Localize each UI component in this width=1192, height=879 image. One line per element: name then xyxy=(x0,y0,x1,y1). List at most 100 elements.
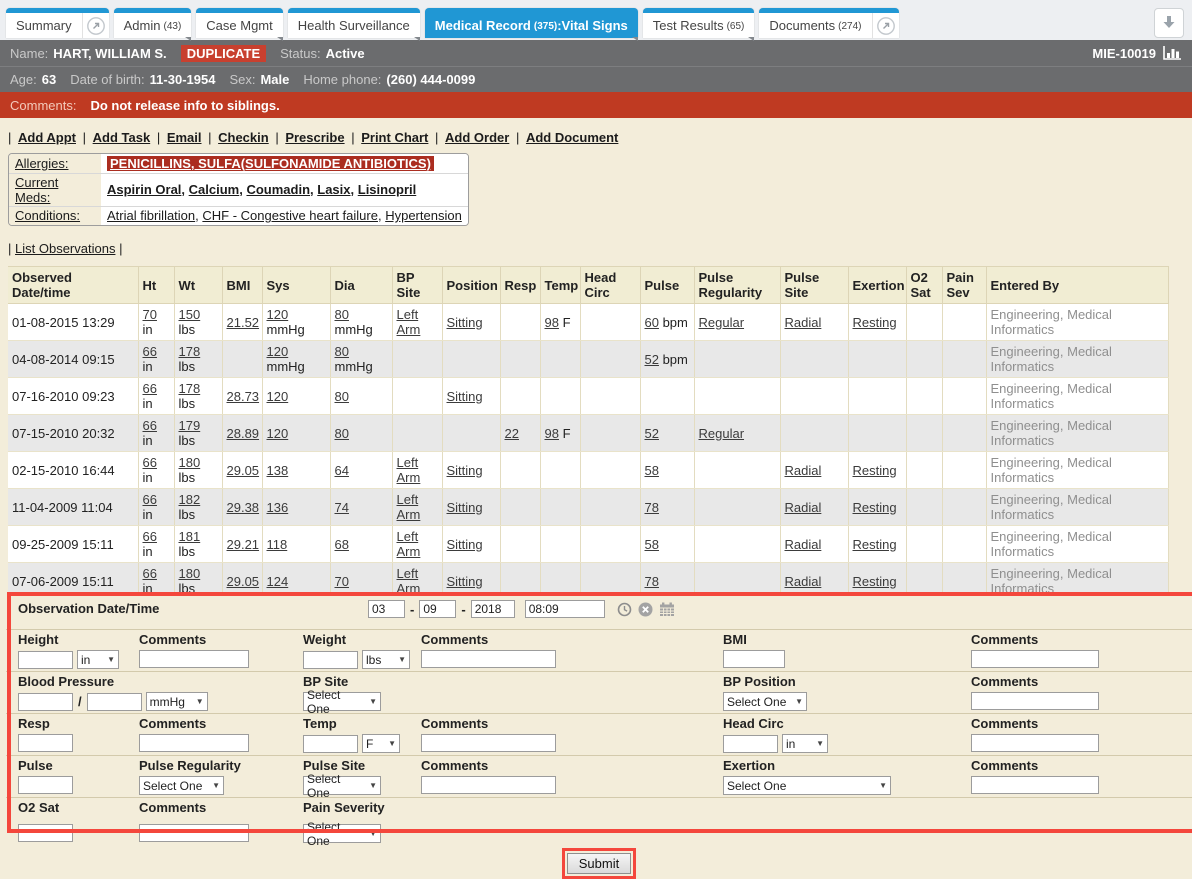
height-unit-select[interactable]: in▼ xyxy=(77,650,119,669)
obs-value-link[interactable]: 98 xyxy=(545,315,559,330)
obs-value-link[interactable]: 21.52 xyxy=(227,315,260,330)
weight-comments-input[interactable] xyxy=(421,650,556,668)
clear-icon[interactable] xyxy=(638,602,653,617)
obs-value-link[interactable]: 80 xyxy=(335,426,349,441)
o2-sat-input[interactable] xyxy=(18,824,73,842)
head-circ-unit-select[interactable]: in▼ xyxy=(782,734,828,753)
pulse-site-select[interactable]: Select One▼ xyxy=(303,776,381,795)
current-meds-link[interactable]: Current Meds: xyxy=(15,175,58,205)
obs-value-link[interactable]: 58 xyxy=(645,537,659,552)
obs-value-link[interactable]: 64 xyxy=(335,463,349,478)
tab-admin[interactable]: Admin (43) xyxy=(114,8,192,38)
obs-value-link[interactable]: Sitting xyxy=(447,315,483,330)
obs-value-link[interactable]: 66 xyxy=(143,381,157,396)
obs-value-link[interactable]: 58 xyxy=(645,463,659,478)
head-circ-comments-input[interactable] xyxy=(971,734,1099,752)
add-appt-link[interactable]: Add Appt xyxy=(18,130,76,145)
tab-summary[interactable]: Summary xyxy=(6,8,109,38)
obs-value-link[interactable]: Sitting xyxy=(447,500,483,515)
bp-diastolic-input[interactable] xyxy=(87,693,142,711)
clock-icon[interactable] xyxy=(617,602,632,617)
obs-value-link[interactable]: 80 xyxy=(335,307,349,322)
tab-test-results[interactable]: Test Results (65) xyxy=(643,8,755,38)
tab-label[interactable]: Admin (43) xyxy=(114,13,192,38)
obs-value-link[interactable]: 138 xyxy=(267,463,289,478)
obs-value-link[interactable]: Radial xyxy=(785,574,822,589)
obs-value-link[interactable]: 29.05 xyxy=(227,574,260,589)
submit-button[interactable]: Submit xyxy=(567,853,631,874)
obs-value-link[interactable]: Sitting xyxy=(447,574,483,589)
pulse-input[interactable] xyxy=(18,776,73,794)
obs-value-link[interactable]: 74 xyxy=(335,500,349,515)
tab-documents[interactable]: Documents (274) xyxy=(759,8,898,38)
obs-year-input[interactable] xyxy=(471,600,515,618)
obs-value-link[interactable]: 66 xyxy=(143,529,157,544)
obs-value-link[interactable]: 178 xyxy=(179,344,201,359)
obs-value-link[interactable]: Left Arm xyxy=(397,529,421,559)
tab-label[interactable]: Test Results (65) xyxy=(643,13,755,38)
chart-icon[interactable] xyxy=(1162,45,1182,61)
obs-value-link[interactable]: Resting xyxy=(853,537,897,552)
tab-label[interactable]: Summary xyxy=(6,13,82,38)
obs-value-link[interactable]: Regular xyxy=(699,315,745,330)
obs-value-link[interactable]: 78 xyxy=(645,500,659,515)
medication-link[interactable]: Coumadin xyxy=(246,182,310,197)
obs-value-link[interactable]: 179 xyxy=(179,418,201,433)
obs-value-link[interactable]: 66 xyxy=(143,344,157,359)
head-circ-input[interactable] xyxy=(723,735,778,753)
obs-value-link[interactable]: 180 xyxy=(179,455,201,470)
obs-value-link[interactable]: Resting xyxy=(853,574,897,589)
medication-link[interactable]: Lasix xyxy=(317,182,350,197)
tab-medical-record[interactable]: Medical Record (375):Vital Signs xyxy=(425,8,638,38)
tab-label[interactable]: Health Surveillance xyxy=(288,13,420,38)
obs-value-link[interactable]: 66 xyxy=(143,566,157,581)
obs-value-link[interactable]: 182 xyxy=(179,492,201,507)
obs-value-link[interactable]: 150 xyxy=(179,307,201,322)
add-task-link[interactable]: Add Task xyxy=(93,130,151,145)
height-comments-input[interactable] xyxy=(139,650,249,668)
temp-input[interactable] xyxy=(303,735,358,753)
obs-time-input[interactable] xyxy=(525,600,605,618)
exertion-select[interactable]: Select One▼ xyxy=(723,776,891,795)
pain-severity-select[interactable]: Select One▼ xyxy=(303,824,381,843)
obs-value-link[interactable]: 98 xyxy=(545,426,559,441)
pulse-regularity-select[interactable]: Select One▼ xyxy=(139,776,224,795)
medication-link[interactable]: Aspirin Oral xyxy=(107,182,181,197)
obs-month-input[interactable] xyxy=(368,600,405,618)
bmi-comments-input[interactable] xyxy=(971,650,1099,668)
obs-value-link[interactable]: 181 xyxy=(179,529,201,544)
obs-value-link[interactable]: 52 xyxy=(645,352,659,367)
temp-unit-select[interactable]: F▼ xyxy=(362,734,400,753)
obs-value-link[interactable]: 118 xyxy=(267,537,288,552)
medication-link[interactable]: Calcium xyxy=(189,182,240,197)
obs-value-link[interactable]: 22 xyxy=(505,426,519,441)
weight-unit-select[interactable]: lbs▼ xyxy=(362,650,410,669)
obs-value-link[interactable]: 29.38 xyxy=(227,500,260,515)
obs-value-link[interactable]: Left Arm xyxy=(397,307,421,337)
tab-label[interactable]: Case Mgmt xyxy=(196,13,282,38)
obs-value-link[interactable]: 66 xyxy=(143,455,157,470)
obs-value-link[interactable]: 120 xyxy=(267,344,289,359)
calendar-icon[interactable] xyxy=(659,602,675,617)
medication-link[interactable]: Lisinopril xyxy=(358,182,417,197)
obs-value-link[interactable]: Left Arm xyxy=(397,455,421,485)
tabbar-down-arrow-button[interactable] xyxy=(1154,8,1184,38)
condition-link[interactable]: CHF - Congestive heart failure xyxy=(202,208,378,223)
obs-value-link[interactable]: Radial xyxy=(785,315,822,330)
obs-value-link[interactable]: 80 xyxy=(335,344,349,359)
resp-comments-input[interactable] xyxy=(139,734,249,752)
obs-value-link[interactable]: Resting xyxy=(853,463,897,478)
temp-comments-input[interactable] xyxy=(421,734,556,752)
prescribe-link[interactable]: Prescribe xyxy=(285,130,344,145)
bp-site-select[interactable]: Select One▼ xyxy=(303,692,381,711)
obs-value-link[interactable]: 120 xyxy=(267,426,289,441)
obs-value-link[interactable]: 70 xyxy=(143,307,157,322)
email-link[interactable]: Email xyxy=(167,130,202,145)
obs-value-link[interactable]: Resting xyxy=(853,500,897,515)
bp-systolic-input[interactable] xyxy=(18,693,73,711)
obs-value-link[interactable]: 178 xyxy=(179,381,201,396)
obs-value-link[interactable]: 80 xyxy=(335,389,349,404)
tab-health-surveillance[interactable]: Health Surveillance xyxy=(288,8,420,38)
obs-value-link[interactable]: Radial xyxy=(785,500,822,515)
pulse-comments-input[interactable] xyxy=(421,776,556,794)
